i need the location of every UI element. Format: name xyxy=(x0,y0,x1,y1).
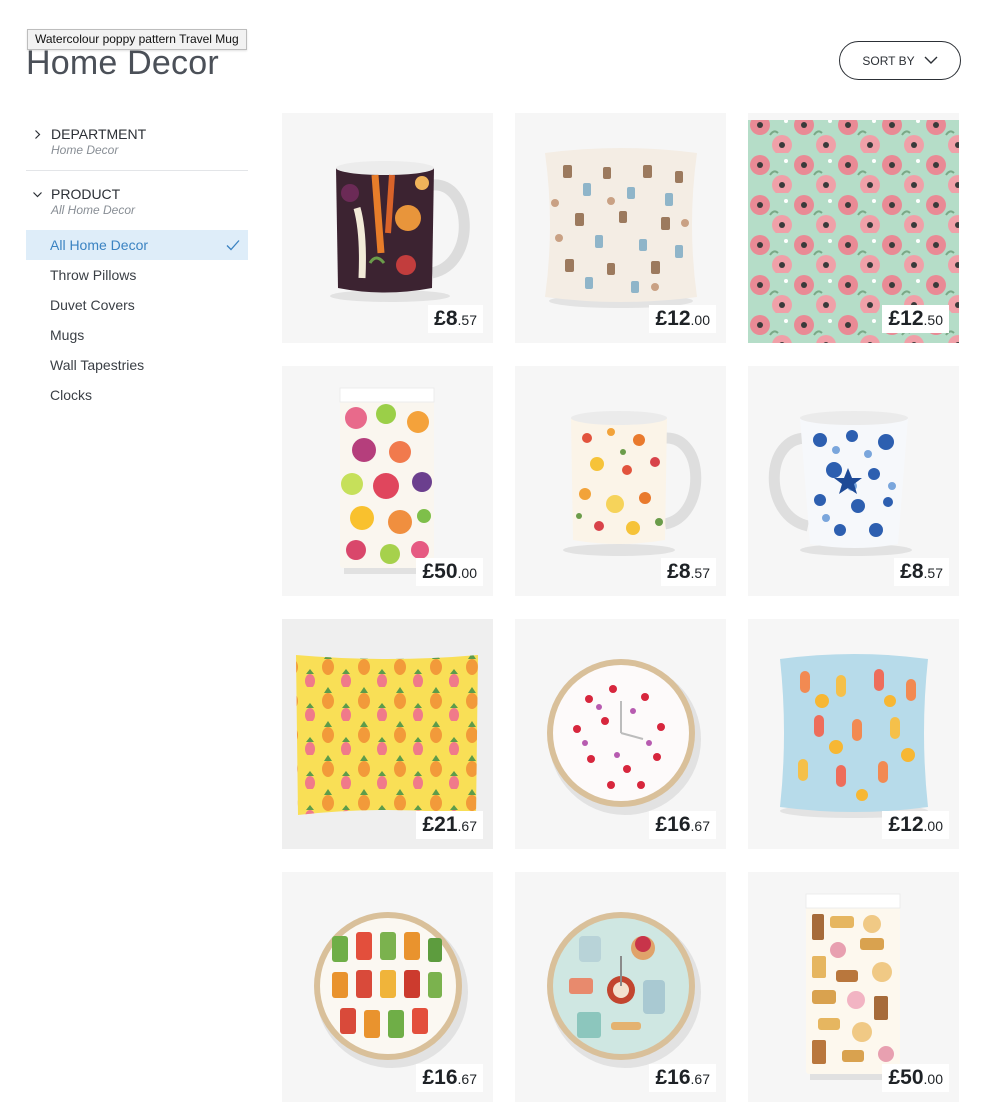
price-main: £8 xyxy=(434,307,458,330)
product-card-baking-clock[interactable]: £16.67 xyxy=(515,872,726,1102)
department-filter-value: Home Decor xyxy=(51,143,119,157)
price-tag: £50.00 xyxy=(882,1064,949,1092)
price-tag: £16.67 xyxy=(649,811,716,839)
price-tag: £16.67 xyxy=(649,1064,716,1092)
product-card-biscuit-duvet[interactable]: £50.00 xyxy=(748,872,959,1102)
price-cents: .57 xyxy=(923,565,943,581)
product-card-cherry-clock[interactable]: £16.67 xyxy=(515,619,726,849)
price-tag: £8.57 xyxy=(894,558,949,586)
product-card-poppy-travel-mug[interactable]: £12.50 xyxy=(748,113,959,343)
price-cents: .50 xyxy=(923,312,943,328)
product-filter-title: PRODUCT xyxy=(51,186,121,202)
price-cents: .57 xyxy=(690,565,710,581)
price-tag: £12.50 xyxy=(882,305,949,333)
chevron-down-icon xyxy=(924,56,938,64)
filter-item-label: Clocks xyxy=(50,387,93,403)
price-main: £8 xyxy=(900,560,924,583)
product-card-fruit-duvet[interactable]: £50.00 xyxy=(282,366,493,596)
tooltip: Watercolour poppy pattern Travel Mug xyxy=(27,29,247,50)
department-filter-toggle[interactable]: DEPARTMENT Home Decor xyxy=(33,126,146,157)
price-tag: £16.67 xyxy=(416,1064,483,1092)
product-filter-toggle[interactable]: PRODUCT All Home Decor xyxy=(33,186,135,217)
filter-item-mugs[interactable]: Mugs xyxy=(26,320,248,350)
price-cents: .67 xyxy=(690,1071,710,1087)
filter-item-label: All Home Decor xyxy=(50,237,149,253)
price-main: £16 xyxy=(655,1066,691,1089)
filter-item-clocks[interactable]: Clocks xyxy=(26,380,248,410)
price-cents: .67 xyxy=(457,1071,477,1087)
product-card-seashell-mug[interactable]: £8.57 xyxy=(748,366,959,596)
price-cents: .00 xyxy=(923,1071,943,1087)
chevron-down-icon xyxy=(33,192,42,198)
filter-item-throw-pillows[interactable]: Throw Pillows xyxy=(26,260,248,290)
product-card-vegetable-mug[interactable]: £8.57 xyxy=(282,113,493,343)
filter-item-wall-tapestries[interactable]: Wall Tapestries xyxy=(26,350,248,380)
product-filter-value: All Home Decor xyxy=(51,203,136,217)
price-tag: £50.00 xyxy=(416,558,483,586)
product-card-coffee-pillow[interactable]: £12.00 xyxy=(515,113,726,343)
price-cents: .00 xyxy=(457,565,477,581)
product-card-wildflower-mug[interactable]: £8.57 xyxy=(515,366,726,596)
product-card-pineapple-tapestry[interactable]: £21.67 xyxy=(282,619,493,849)
price-cents: .00 xyxy=(923,818,943,834)
sort-by-button[interactable]: SORT BY xyxy=(839,41,961,80)
filter-item-duvet-covers[interactable]: Duvet Covers xyxy=(26,290,248,320)
price-tag: £8.57 xyxy=(661,558,716,586)
price-main: £16 xyxy=(655,813,691,836)
filter-item-label: Wall Tapestries xyxy=(50,357,145,373)
price-main: £12 xyxy=(888,813,924,836)
price-cents: .67 xyxy=(690,818,710,834)
filter-divider xyxy=(26,170,248,171)
price-main: £12 xyxy=(655,307,691,330)
chevron-right-icon xyxy=(35,130,41,139)
price-tag: £12.00 xyxy=(882,811,949,839)
filter-item-label: Throw Pillows xyxy=(50,267,137,283)
product-filter-list: All Home Decor Throw Pillows Duvet Cover… xyxy=(26,230,248,410)
product-grid: £8.57 £12.00 £12.50 £50.00 £8.57 £8.57 £… xyxy=(282,113,960,1102)
checkmark-icon xyxy=(226,240,240,251)
price-cents: .67 xyxy=(457,818,477,834)
price-tag: £8.57 xyxy=(428,305,483,333)
price-tag: £12.00 xyxy=(649,305,716,333)
product-card-ice-lolly-pillow[interactable]: £12.00 xyxy=(748,619,959,849)
price-main: £50 xyxy=(888,1066,924,1089)
price-main: £50 xyxy=(422,560,458,583)
filter-item-label: Duvet Covers xyxy=(50,297,135,313)
filter-item-all-home-decor[interactable]: All Home Decor xyxy=(26,230,248,260)
price-cents: .00 xyxy=(690,312,710,328)
price-cents: .57 xyxy=(457,312,477,328)
filter-item-label: Mugs xyxy=(50,327,85,343)
department-filter-title: DEPARTMENT xyxy=(51,126,147,142)
price-main: £12 xyxy=(888,307,924,330)
price-main: £8 xyxy=(667,560,691,583)
product-card-pickle-clock[interactable]: £16.67 xyxy=(282,872,493,1102)
sort-by-label: SORT BY xyxy=(862,53,915,68)
price-main: £21 xyxy=(422,813,458,836)
price-main: £16 xyxy=(422,1066,458,1089)
price-tag: £21.67 xyxy=(416,811,483,839)
